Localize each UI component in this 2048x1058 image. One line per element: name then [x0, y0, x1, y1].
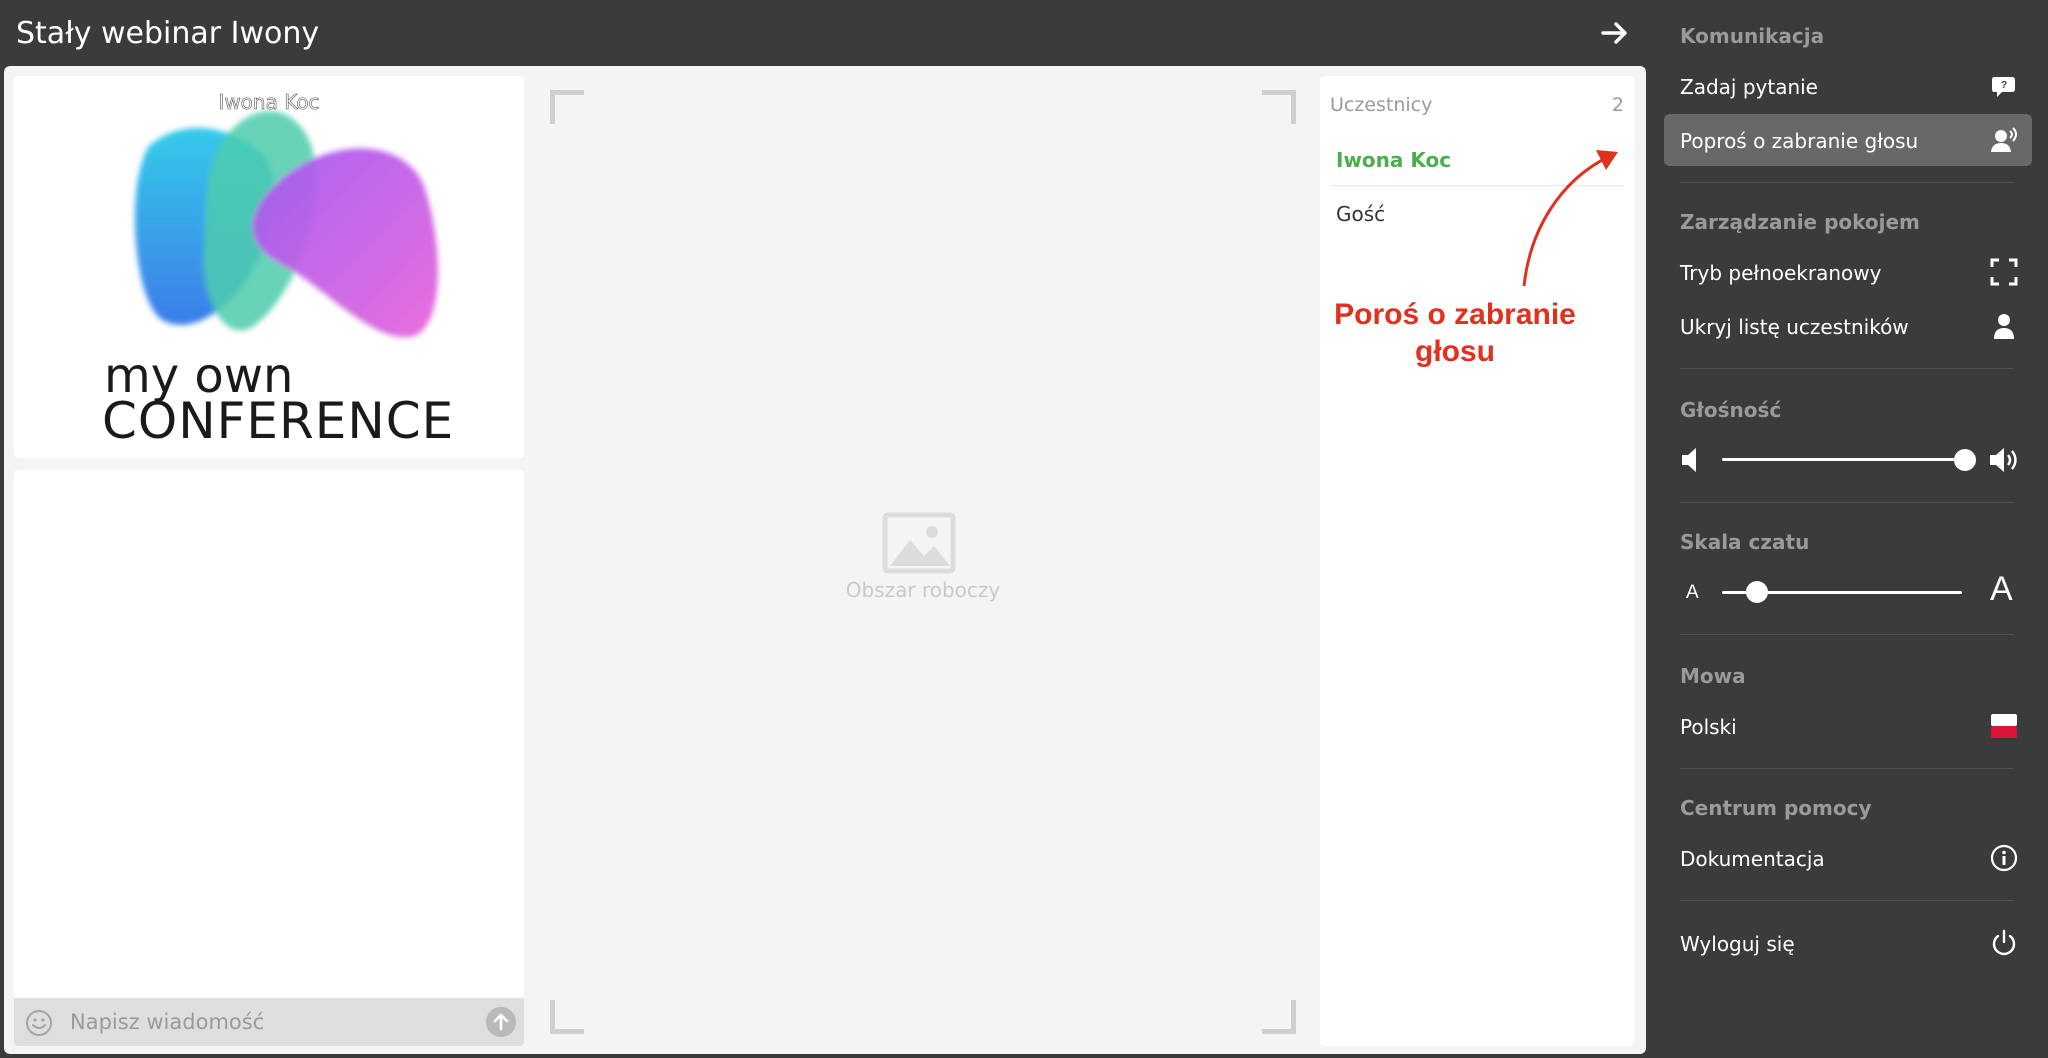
request-speak-button[interactable]: Poproś o zabranie głosu — [1664, 114, 2032, 166]
annotation-arrow — [1522, 150, 1618, 287]
annotation-text: Poroś o zabranie głosu — [1320, 296, 1590, 370]
user-icon — [1994, 314, 2014, 339]
top-bar: Stały webinar Iwony — [0, 0, 1646, 66]
language-label: Polski — [1680, 715, 1737, 739]
request-speak-label: Poproś o zabranie głosu — [1680, 129, 1919, 153]
chat-panel — [14, 470, 524, 1046]
svg-text:?: ? — [2001, 80, 2007, 91]
annotation-line1: Poroś o zabranie — [1334, 298, 1576, 331]
section-room-title: Zarządzanie pokojem — [1680, 210, 1920, 234]
volume-low-icon[interactable] — [1680, 446, 1702, 474]
chat-input-bar — [14, 998, 524, 1046]
emoji-icon[interactable] — [24, 1008, 54, 1038]
fullscreen-label: Tryb pełnoekranowy — [1680, 261, 1882, 285]
volume-slider-thumb[interactable] — [1954, 449, 1976, 471]
fullscreen-icon — [1990, 258, 2018, 286]
polish-flag-icon — [1991, 714, 2017, 738]
volume-high-icon[interactable] — [1988, 444, 2022, 476]
speaker-person-icon — [1991, 127, 2017, 152]
page-title: Stały webinar Iwony — [16, 16, 320, 51]
section-volume-title: Głośność — [1680, 398, 1782, 422]
participants-title: Uczestnicy — [1330, 94, 1433, 116]
divider — [1680, 182, 2014, 183]
volume-slider-track[interactable] — [1722, 458, 1964, 461]
corner-bottom-left — [550, 1000, 584, 1034]
arrow-right-icon[interactable] — [1600, 18, 1630, 48]
divider — [1680, 900, 2014, 901]
question-bubble-icon: ? — [1992, 77, 2015, 97]
send-icon[interactable] — [486, 1007, 516, 1037]
section-chat-scale-title: Skala czatu — [1680, 530, 1810, 554]
divider — [1680, 502, 2014, 503]
ask-question-button[interactable]: Zadaj pytanie ? — [1664, 60, 2032, 112]
chat-scale-slider-thumb[interactable] — [1746, 581, 1768, 603]
workspace-label: Obszar roboczy — [845, 578, 1001, 602]
divider — [1680, 368, 2014, 369]
logout-button[interactable]: Wyloguj się — [1664, 917, 2032, 969]
scale-small-label: A — [1686, 582, 1699, 603]
section-communication-title: Komunikacja — [1680, 24, 1825, 48]
hide-participants-label: Ukryj listę uczestników — [1680, 315, 1909, 339]
power-icon — [1992, 929, 2016, 956]
corner-top-left — [550, 90, 584, 124]
ask-question-label: Zadaj pytanie — [1680, 75, 1818, 99]
section-help-title: Centrum pomocy — [1680, 796, 1872, 820]
hide-participants-button[interactable]: Ukryj listę uczestników — [1664, 300, 2032, 352]
annotation-line2: głosu — [1415, 335, 1495, 368]
image-placeholder-icon — [882, 512, 956, 574]
documentation-label: Dokumentacja — [1680, 847, 1825, 871]
divider — [1680, 768, 2014, 769]
documentation-button[interactable]: Dokumentacja — [1664, 832, 2032, 884]
section-speech-title: Mowa — [1680, 664, 1746, 688]
corner-bottom-right — [1262, 1000, 1296, 1034]
logout-label: Wyloguj się — [1680, 932, 1795, 956]
language-button[interactable]: Polski — [1664, 700, 2032, 752]
logo-text-line2: CONFERENCE — [102, 392, 455, 450]
corner-top-right — [1262, 90, 1296, 124]
speaker-name: Iwona Koc — [218, 90, 320, 115]
participants-count: 2 — [1611, 94, 1624, 116]
video-panel[interactable]: Iwona Koc my own CONFERENCE — [14, 76, 524, 458]
workspace-area[interactable]: Obszar roboczy — [540, 76, 1306, 1046]
info-icon — [1990, 844, 2018, 872]
divider — [1680, 634, 2014, 635]
chat-message-input[interactable] — [70, 998, 460, 1046]
right-sidebar: Komunikacja Zadaj pytanie ? Poproś o zab… — [1646, 0, 2048, 1058]
scale-large-label: A — [1990, 570, 2013, 608]
fullscreen-button[interactable]: Tryb pełnoekranowy — [1664, 246, 2032, 298]
